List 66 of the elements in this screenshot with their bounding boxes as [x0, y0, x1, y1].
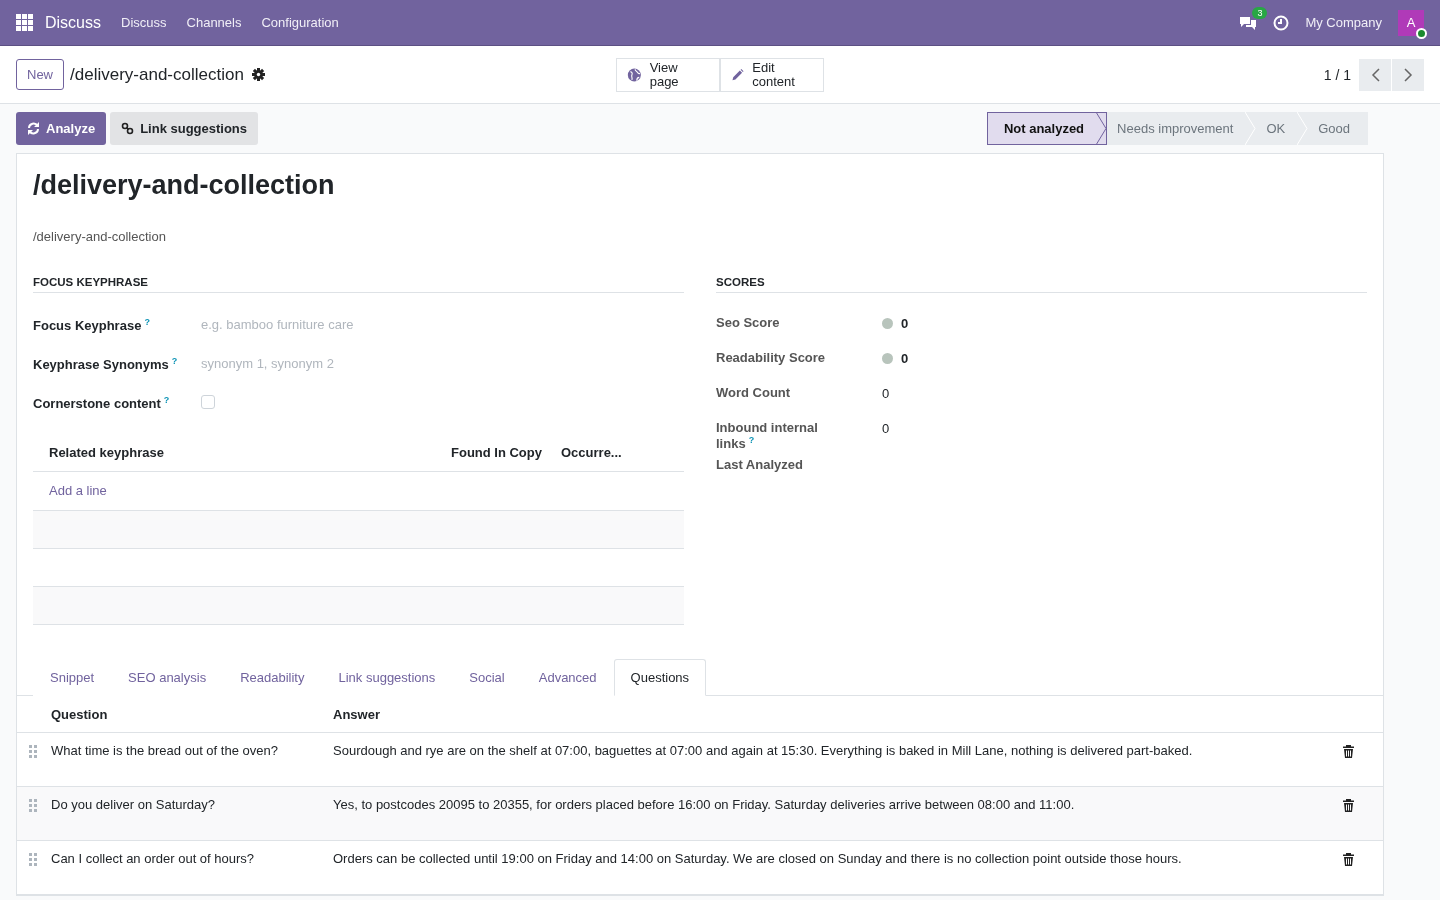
menu-item[interactable]: Configuration: [261, 15, 339, 30]
field-label: Focus Keyphrase $^{?}$: [33, 317, 151, 334]
apps-grid-icon[interactable]: [16, 14, 33, 31]
chevron-right-icon: [1403, 67, 1413, 82]
refresh-icon: [27, 122, 40, 135]
tab[interactable]: Questions: [613, 659, 707, 696]
message-count-badge: 3: [1252, 6, 1268, 19]
record-title: /delivery-and-collection: [70, 64, 244, 85]
view-page-button[interactable]: View page: [616, 57, 720, 92]
status-stage[interactable]: Not analyzed: [986, 112, 1108, 145]
page-title: /delivery-and-collection: [32, 169, 336, 201]
column-header[interactable]: Question: [51, 706, 333, 722]
new-button[interactable]: New: [16, 59, 64, 90]
chevron-left-icon: [1370, 67, 1380, 82]
trash-icon[interactable]: [1343, 853, 1354, 866]
trash-icon[interactable]: [1343, 799, 1354, 812]
table-cell-text: What time is the bread out of the oven?: [51, 743, 279, 758]
section-heading: FOCUS KEYPHRASE: [33, 276, 684, 293]
drag-handle-icon[interactable]: [29, 853, 37, 866]
field-value: 0: [882, 385, 890, 401]
trash-icon[interactable]: [1343, 745, 1354, 758]
column-header[interactable]: Related keyphrase: [49, 445, 451, 460]
link-suggestions-button[interactable]: Link suggestions: [110, 112, 259, 145]
field-label: Cornerstone content $^{?}$: [33, 395, 171, 412]
field-value: 0: [901, 350, 909, 366]
menu-item[interactable]: Channels: [186, 15, 242, 30]
clock-icon[interactable]: [1273, 14, 1290, 31]
field-value: 0: [901, 315, 909, 331]
edit-content-button[interactable]: Edit content: [720, 57, 824, 92]
drag-handle-icon[interactable]: [29, 745, 37, 758]
table-cell-text: Do you deliver on Saturday?: [51, 797, 217, 812]
field-label: Word Count: [716, 385, 792, 402]
chat-icon[interactable]: [1239, 14, 1258, 31]
user-avatar[interactable]: A: [1398, 9, 1424, 36]
link-icon: [121, 122, 135, 135]
gear-icon[interactable]: [251, 68, 265, 81]
status-dot: [882, 317, 893, 329]
table-cell-text: Can I collect an order out of hours?: [51, 851, 256, 866]
page-url: /delivery-and-collection: [32, 228, 167, 244]
previous-button[interactable]: [1359, 58, 1391, 91]
next-button[interactable]: [1392, 58, 1424, 91]
status-stage[interactable]: Needs improvement: [1107, 112, 1257, 145]
table-cell-text: Orders can be collected until 19:00 on Friday and 14:00 on Saturday. We are closed on Sunday and there is no collection point outside those hours.: [333, 851, 1183, 866]
field-label: Inbound internal links $^{?}$: [716, 420, 819, 452]
checkbox[interactable]: [201, 395, 215, 409]
company-switcher[interactable]: My Company: [1305, 15, 1382, 30]
status-stage[interactable]: Good: [1308, 112, 1368, 145]
field-label: Last Analyzed: [716, 457, 804, 475]
column-header[interactable]: Answer: [333, 706, 1343, 722]
pager-value: 1 / 1: [1323, 66, 1351, 83]
app-name[interactable]: Discuss: [45, 13, 101, 32]
menu-item[interactable]: Discuss: [121, 15, 167, 30]
field-label: Seo Score: [716, 315, 781, 332]
section-heading: SCORES: [716, 276, 1367, 293]
column-header[interactable]: Found In Copy: [451, 445, 561, 460]
field-value: 0: [882, 420, 890, 436]
column-header[interactable]: Occurre...: [561, 445, 668, 460]
analyze-button[interactable]: Analyze: [16, 112, 107, 145]
chevron-icon: [1096, 112, 1108, 145]
field-label: Readability Score: [716, 350, 827, 367]
drag-handle-icon[interactable]: [29, 799, 37, 812]
status-dot: [882, 352, 893, 364]
table-cell-text: Yes, to postcodes 20095 to 20355, for orders placed before 16:00 on Friday. Saturday deliveries arrive between 08:00 and 11:00.: [333, 797, 1076, 812]
field-label: Keyphrase Synonyms $^{?}$: [33, 356, 179, 373]
table-cell-text: Sourdough and rye are on the shelf at 07:00, baguettes at 07:00 and again at 15:30. Everything is baked in Mill Lane, nothing is delivered part-baked.: [333, 743, 1194, 758]
status-stage[interactable]: OK: [1256, 112, 1309, 145]
